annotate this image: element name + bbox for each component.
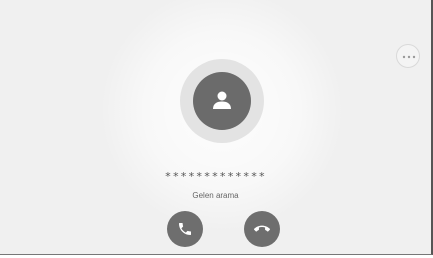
person-icon — [213, 91, 231, 109]
phone-hangup-icon — [254, 225, 270, 232]
call-status: Gelen arama — [192, 191, 239, 200]
ellipsis-icon — [402, 55, 416, 59]
answer-call-button[interactable] — [167, 211, 203, 247]
avatar — [193, 72, 251, 130]
incoming-call-screen: ************* Gelen arama — [0, 0, 433, 255]
phone-answer-icon — [179, 223, 191, 235]
caller-number: ************* — [164, 170, 267, 183]
more-options-button[interactable] — [396, 44, 420, 68]
decline-call-button[interactable] — [244, 211, 280, 247]
